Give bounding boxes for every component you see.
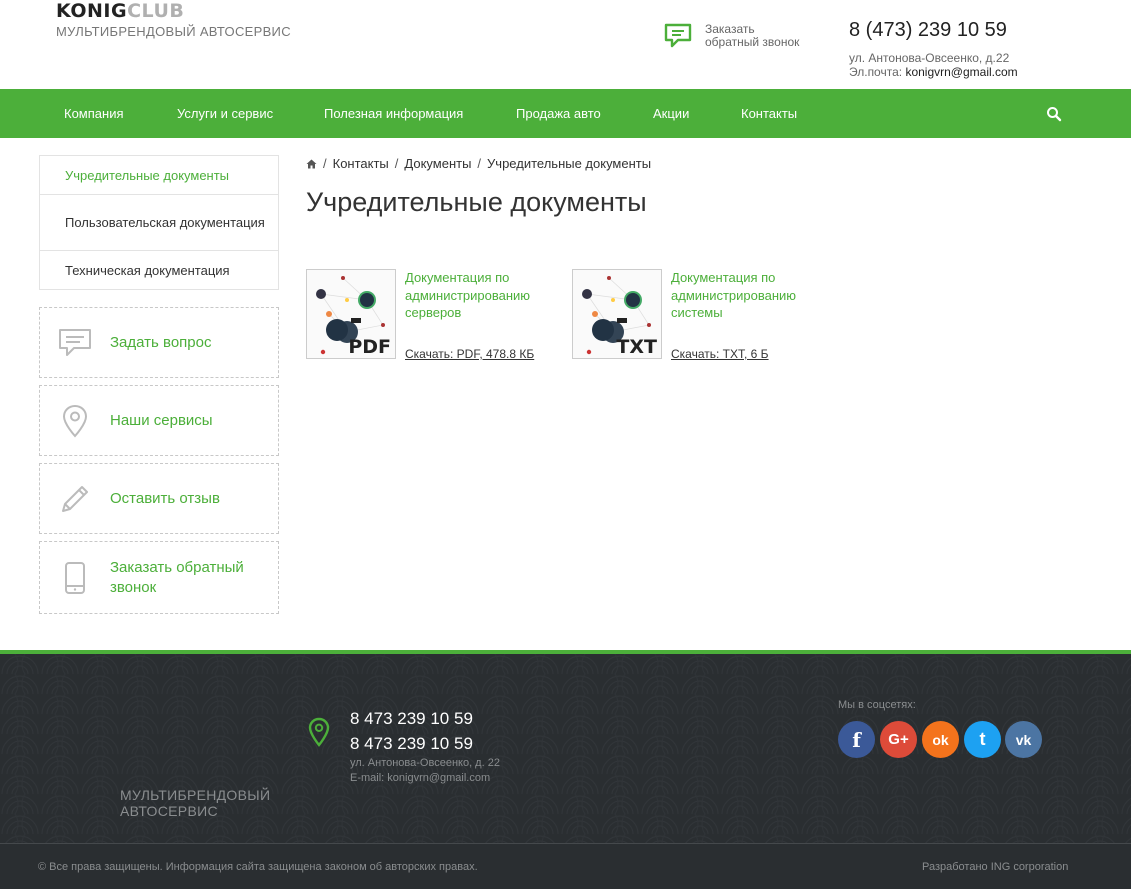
- google-plus-icon[interactable]: G+: [880, 721, 917, 758]
- request-callback-button[interactable]: Заказать обратный звонок: [39, 541, 279, 614]
- chat-icon: [664, 23, 692, 48]
- our-services-icon-wrap: [57, 403, 93, 439]
- download-link[interactable]: Скачать: PDF, 478.8 КБ: [405, 347, 534, 361]
- page-title: Учредительные документы: [306, 187, 647, 217]
- pencil-icon: [62, 485, 88, 512]
- smartphone-icon: [65, 561, 85, 594]
- breadcrumb-separator: /: [394, 156, 399, 171]
- sidebar-item-user-documentation[interactable]: Пользовательская документация: [40, 195, 278, 251]
- header-contacts: ул. Антонова-Овсеенко, д.22 Эл.почта: ko…: [849, 51, 1018, 79]
- sidebar-item-technical-documentation[interactable]: Техническая документация: [40, 251, 278, 289]
- breadcrumb-separator: /: [477, 156, 482, 171]
- nav-item-promotions[interactable]: Акции: [653, 89, 689, 138]
- footer-address: ул. Антонова-Овсеенко, д. 22: [350, 757, 500, 769]
- footer-phone-1[interactable]: 8 473 239 10 59: [350, 709, 473, 729]
- developer-credit[interactable]: Разработано ING corporation: [922, 861, 1068, 873]
- header-phone[interactable]: 8 (473) 239 10 59: [849, 19, 1007, 42]
- copyright-text: © Все права защищены. Информация сайта з…: [38, 861, 478, 873]
- leave-review-icon-wrap: [57, 481, 93, 517]
- download-link[interactable]: Скачать: TXT, 6 Б: [671, 347, 769, 361]
- our-services-button[interactable]: Наши сервисы: [39, 385, 279, 456]
- map-pin-icon: [308, 717, 330, 747]
- document-thumbnail[interactable]: PDF: [306, 269, 396, 359]
- callback-request-link[interactable]: Заказать обратный звонок: [664, 23, 825, 49]
- callback-line-2: обратный звонок: [705, 35, 800, 49]
- facebook-icon[interactable]: f: [838, 721, 875, 758]
- header-email-label: Эл.почта:: [849, 65, 906, 79]
- file-type-label: PDF: [348, 336, 391, 358]
- breadcrumb-separator: /: [323, 156, 327, 171]
- footer-email[interactable]: E-mail: konigvrn@gmail.com: [350, 772, 490, 784]
- nav-item-car-sales[interactable]: Продажа авто: [516, 89, 601, 138]
- nav-item-useful-info[interactable]: Полезная информация: [324, 89, 463, 138]
- site-footer: МУЛЬТИБРЕНДОВЫЙ АВТОСЕРВИС 8 473 239 10 …: [0, 650, 1131, 889]
- breadcrumb: / Контакты / Документы / Учредительные д…: [306, 156, 651, 171]
- search-icon[interactable]: [1046, 106, 1062, 122]
- footer-phone-2[interactable]: 8 473 239 10 59: [350, 734, 473, 754]
- footer-subtitle: МУЛЬТИБРЕНДОВЫЙ АВТОСЕРВИС: [120, 787, 271, 819]
- sidebar-menu: Учредительные документы Пользовательская…: [39, 155, 279, 290]
- header-email-row: Эл.почта: konigvrn@gmail.com: [849, 65, 1018, 79]
- sidebar-item-founding-documents[interactable]: Учредительные документы: [40, 156, 278, 195]
- logo-subtitle: МУЛЬТИБРЕНДОВЫЙ АВТОСЕРВИС: [56, 24, 291, 39]
- twitter-icon[interactable]: t: [964, 721, 1001, 758]
- our-services-label: Наши сервисы: [110, 411, 213, 429]
- document-title[interactable]: Документация по администрированию систем…: [671, 269, 831, 322]
- document-title[interactable]: Документация по администрированию сервер…: [405, 269, 565, 322]
- site-header: KONIGCLUB МУЛЬТИБРЕНДОВЫЙ АВТОСЕРВИС Зак…: [0, 0, 1131, 89]
- logo-part-club: CLUB: [127, 0, 185, 22]
- breadcrumb-contacts[interactable]: Контакты: [333, 156, 389, 171]
- file-type-label: TXT: [616, 336, 657, 358]
- document-thumbnail[interactable]: TXT: [572, 269, 662, 359]
- map-pin-icon: [62, 404, 88, 437]
- request-callback-icon-wrap: [57, 560, 93, 596]
- header-address: ул. Антонова-Овсеенко, д.22: [849, 51, 1010, 65]
- chat-icon: [59, 328, 91, 356]
- home-icon[interactable]: [306, 159, 317, 169]
- social-label: Мы в соцсетях:: [838, 699, 916, 711]
- ask-question-label: Задать вопрос: [110, 333, 212, 351]
- ask-question-icon-wrap: [57, 325, 93, 361]
- nav-item-contacts[interactable]: Контакты: [741, 89, 797, 138]
- logo[interactable]: KONIGCLUB МУЛЬТИБРЕНДОВЫЙ АВТОСЕРВИС: [56, 0, 291, 39]
- leave-review-label: Оставить отзыв: [110, 489, 220, 507]
- ask-question-button[interactable]: Задать вопрос: [39, 307, 279, 378]
- logo-text: KONIGCLUB: [56, 0, 291, 22]
- main-navigation: Компания Услуги и сервис Полезная информ…: [0, 89, 1131, 138]
- logo-part-konig: KONIG: [56, 0, 128, 22]
- footer-divider: [0, 843, 1131, 844]
- vk-icon[interactable]: vk: [1005, 721, 1042, 758]
- odnoklassniki-icon[interactable]: ok: [922, 721, 959, 758]
- breadcrumb-documents[interactable]: Документы: [404, 156, 471, 171]
- request-callback-label: Заказать обратный звонок: [110, 558, 244, 596]
- nav-item-services[interactable]: Услуги и сервис: [177, 89, 273, 138]
- header-email-link[interactable]: konigvrn@gmail.com: [905, 65, 1017, 79]
- nav-item-company[interactable]: Компания: [64, 89, 124, 138]
- callback-text: Заказать обратный звонок: [705, 23, 825, 49]
- leave-review-button[interactable]: Оставить отзыв: [39, 463, 279, 534]
- breadcrumb-current: Учредительные документы: [487, 156, 652, 171]
